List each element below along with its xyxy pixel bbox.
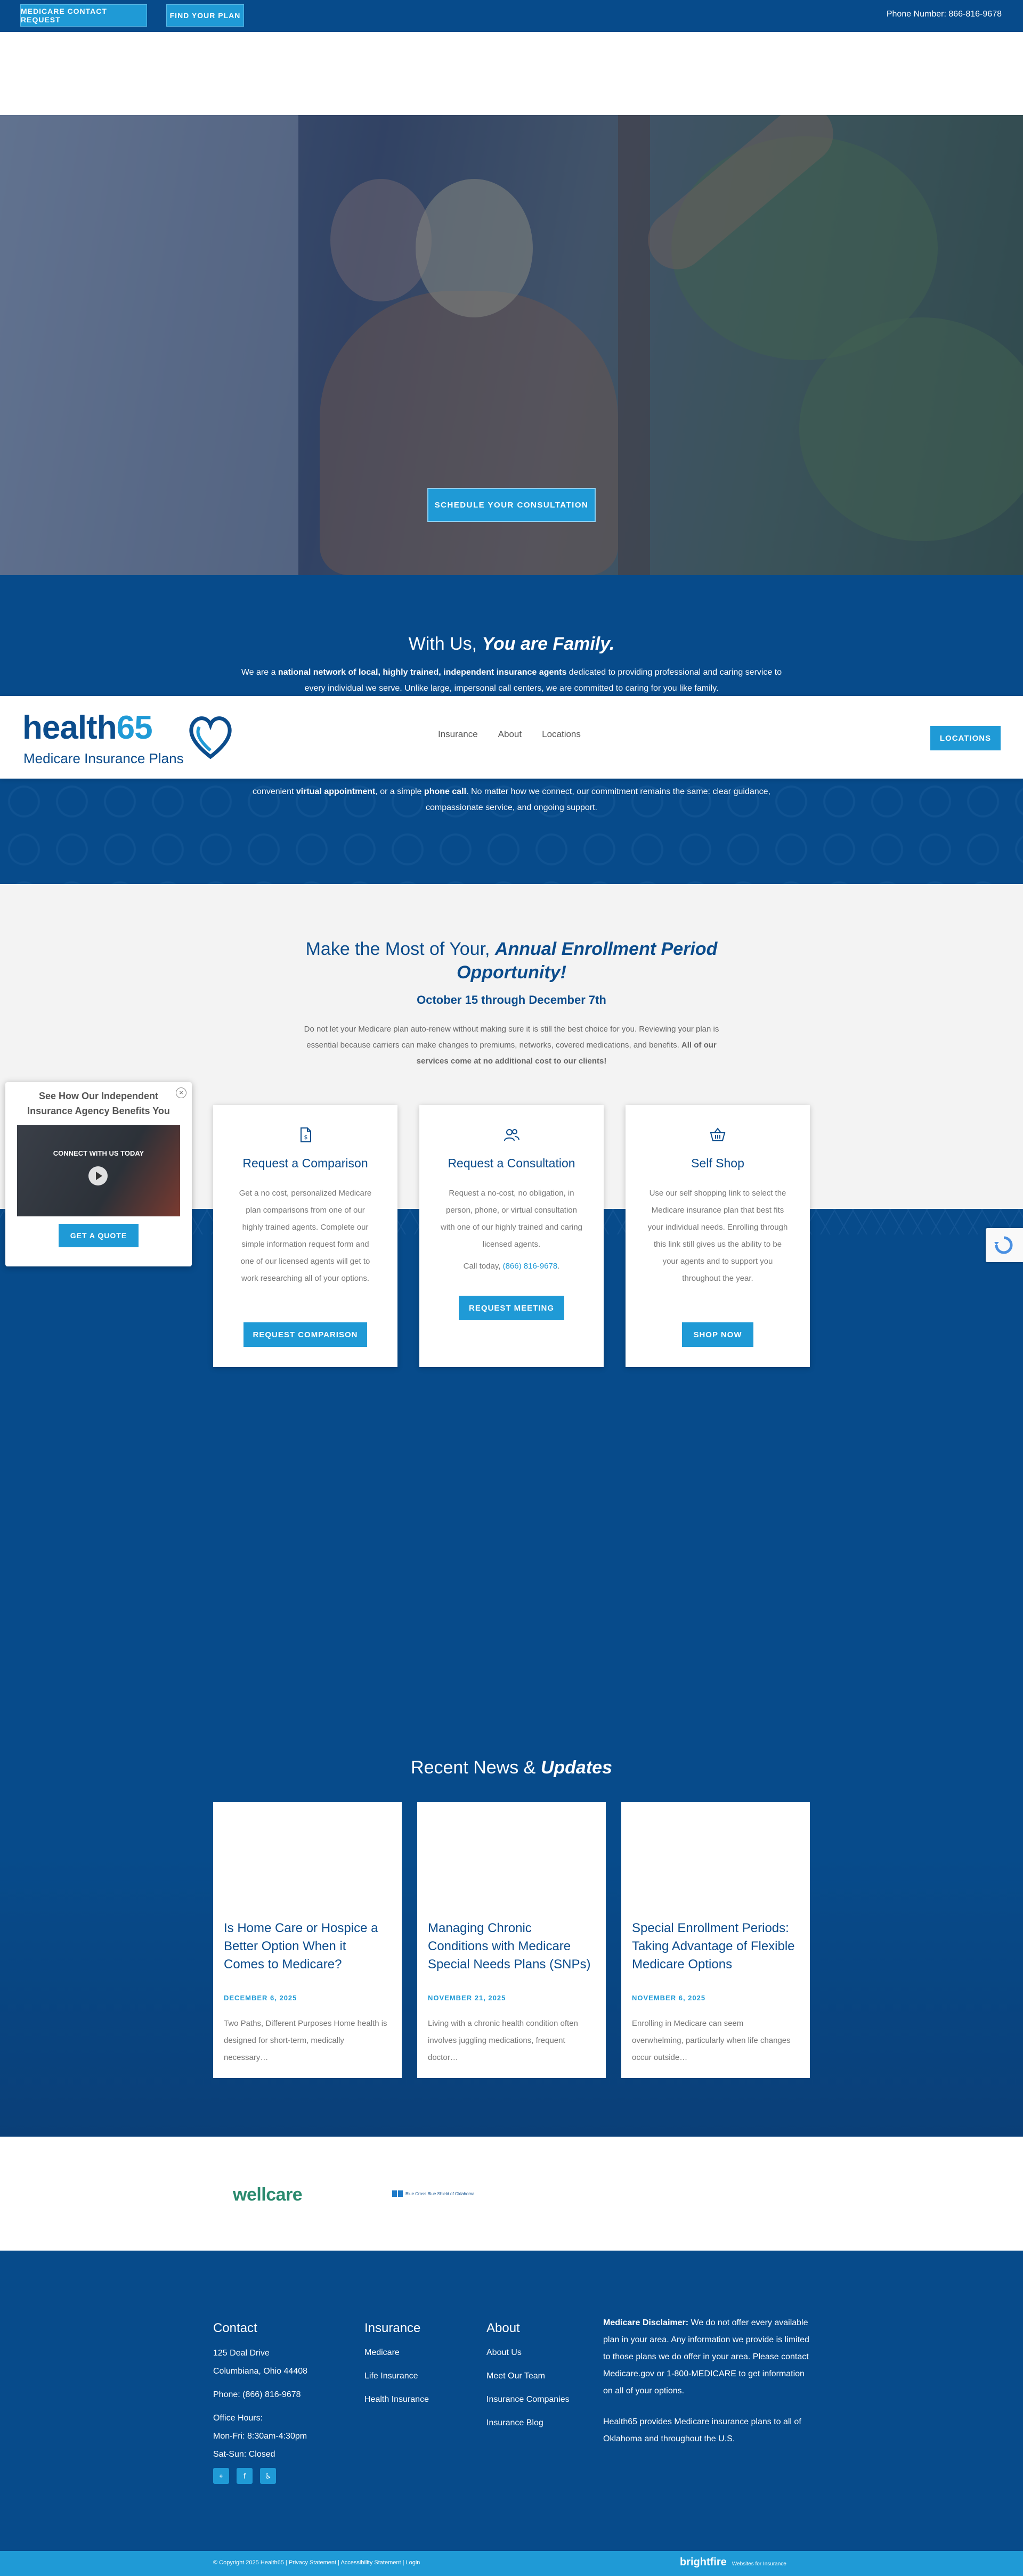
footer-link-insurance-blog[interactable]: Insurance Blog	[486, 2411, 570, 2435]
footer-link-meet-our-team[interactable]: Meet Our Team	[486, 2365, 570, 2388]
office-hours-weekday: Mon-Fri: 8:30am-4:30pm	[213, 2432, 307, 2441]
footer-contact: 125 Deal Drive Columbiana, Ohio 44408 Ph…	[213, 2344, 307, 2464]
medicare-disclaimer: Medicare Disclaimer: We do not offer eve…	[603, 2315, 816, 2448]
bottom-bar: © Copyright 2025 Health65 | Privacy Stat…	[0, 2551, 1023, 2576]
footer-link-health-insurance[interactable]: Health Insurance	[364, 2388, 429, 2411]
play-icon[interactable]	[88, 1166, 108, 1185]
partner-logos: wellcare Blue Cross Blue Shield of Oklah…	[0, 2137, 1023, 2251]
accessibility-icon[interactable]: ♿	[260, 2468, 276, 2484]
card-text: Use our self shopping link to select the…	[647, 1189, 788, 1283]
news-card-excerpt: Enrolling in Medicare can seem overwhelm…	[632, 2019, 791, 2062]
schedule-consultation-button[interactable]: SCHEDULE YOUR CONSULTATION	[427, 488, 596, 522]
main-nav: Insurance About Locations	[438, 729, 581, 740]
footer-about-links: About Us Meet Our Team Insurance Compani…	[486, 2341, 570, 2435]
nav-item-about[interactable]: About	[498, 729, 522, 740]
news-card-title[interactable]: Managing Chronic Conditions with Medicar…	[428, 1919, 593, 1974]
popup-video[interactable]: CONNECT WITH US TODAY	[17, 1125, 180, 1216]
find-your-plan-button[interactable]: FIND YOUR PLAN	[166, 4, 244, 27]
nav-item-insurance[interactable]: Insurance	[438, 729, 478, 740]
location-pin-icon[interactable]: ⌖	[213, 2468, 229, 2484]
family-intro: We are a national network of local, high…	[241, 668, 782, 693]
quote-popup: × See How Our Independent Insurance Agen…	[5, 1082, 192, 1266]
recaptcha-icon	[994, 1236, 1013, 1254]
shop-now-button[interactable]: SHOP NOW	[682, 1322, 753, 1347]
logo-word: health	[22, 709, 117, 746]
nav-item-locations[interactable]: Locations	[542, 729, 581, 740]
copyright-links[interactable]: © Copyright 2025 Health65 | Privacy Stat…	[213, 2559, 420, 2566]
document-dollar-icon: $	[301, 1127, 311, 1142]
coverage-statement: Health65 provides Medicare insurance pla…	[603, 2417, 801, 2443]
card-text: Get a no cost, personalized Medicare pla…	[239, 1189, 372, 1283]
news-card-date: NOVEMBER 21, 2025	[428, 1994, 506, 2002]
enrollment-title: Make the Most of Your, Annual Enrollment…	[305, 939, 718, 983]
hero-banner: SCHEDULE YOUR CONSULTATION	[0, 115, 1023, 575]
footer-phone[interactable]: Phone: (866) 816-9678	[213, 2386, 307, 2404]
footer-link-medicare[interactable]: Medicare	[364, 2341, 429, 2365]
card-text: Request a no-cost, no obligation, in per…	[441, 1189, 583, 1249]
footer-link-insurance-companies[interactable]: Insurance Companies	[486, 2388, 570, 2411]
basket-icon	[710, 1127, 726, 1141]
news-card[interactable]: Is Home Care or Hospice a Better Option …	[213, 1802, 402, 2078]
site-header: health65 Medicare Insurance Plans Insura…	[0, 696, 1023, 779]
footer-insurance-title: Insurance	[364, 2321, 421, 2335]
footer-insurance-links: Medicare Life Insurance Health Insurance	[364, 2341, 429, 2411]
bcbs-logo: Blue Cross Blue Shield of Oklahoma	[392, 2190, 474, 2197]
medicare-contact-request-button[interactable]: MEDICARE CONTACT REQUEST	[20, 4, 147, 27]
self-shop-card: Self Shop Use our self shopping link to …	[626, 1105, 810, 1367]
footer-contact-title: Contact	[213, 2321, 257, 2335]
brightfire-logo[interactable]: brightfire Websites for Insurance	[680, 2556, 786, 2569]
news-card[interactable]: Special Enrollment Periods: Taking Advan…	[621, 1802, 810, 2078]
top-utility-bar: MEDICARE CONTACT REQUEST FIND YOUR PLAN …	[0, 0, 1023, 32]
enrollment-dates: October 15 through December 7th	[417, 993, 606, 1007]
wellcare-logo: wellcare	[233, 2185, 303, 2205]
site-footer: Contact 125 Deal Drive Columbiana, Ohio …	[0, 2251, 1023, 2551]
request-meeting-button[interactable]: REQUEST MEETING	[459, 1296, 564, 1320]
footer-link-life-insurance[interactable]: Life Insurance	[364, 2365, 429, 2388]
phone-link[interactable]: (866) 816-9678	[503, 1262, 558, 1271]
office-hours-weekend: Sat-Sun: Closed	[213, 2450, 275, 2459]
news-card-date: DECEMBER 6, 2025	[224, 1994, 297, 2002]
bcbs-cross-shield-icon	[392, 2190, 403, 2197]
family-commitment: convenient virtual appointment, or a sim…	[253, 787, 770, 812]
card-title: Self Shop	[691, 1156, 744, 1170]
logo-number: 65	[116, 709, 153, 746]
news-card[interactable]: Managing Chronic Conditions with Medicar…	[417, 1802, 606, 2078]
card-title: Request a Comparison	[242, 1156, 368, 1170]
footer-link-about-us[interactable]: About Us	[486, 2341, 570, 2365]
address-line-1: 125 Deal Drive	[213, 2349, 270, 2358]
office-hours-title: Office Hours:	[213, 2414, 263, 2423]
heart-icon	[189, 716, 232, 759]
consultation-card: Request a Consultation Request a no-cost…	[419, 1105, 604, 1367]
news-card-title[interactable]: Is Home Care or Hospice a Better Option …	[224, 1919, 389, 1974]
social-links: ⌖ f ♿	[213, 2468, 276, 2484]
phone-number[interactable]: Phone Number: 866-816-9678	[887, 10, 1002, 19]
news-card-excerpt: Living with a chronic health condition o…	[428, 2019, 578, 2062]
news-title: Recent News & Updates	[411, 1757, 612, 1778]
news-card-excerpt: Two Paths, Different Purposes Home healt…	[224, 2019, 387, 2062]
family-title: With Us, You are Family.	[408, 634, 615, 654]
svg-text:$: $	[304, 1134, 308, 1141]
address-line-2: Columbiana, Ohio 44408	[213, 2367, 308, 2376]
facebook-icon[interactable]: f	[237, 2468, 253, 2484]
news-card-date: NOVEMBER 6, 2025	[632, 1994, 706, 2002]
footer-about-title: About	[486, 2321, 520, 2335]
people-icon	[504, 1129, 519, 1141]
enrollment-description: Do not let your Medicare plan auto-renew…	[304, 1025, 719, 1066]
request-comparison-button[interactable]: REQUEST COMPARISON	[243, 1322, 367, 1347]
video-caption: CONNECT WITH US TODAY	[53, 1149, 144, 1157]
news-card-title[interactable]: Special Enrollment Periods: Taking Advan…	[632, 1919, 797, 1974]
logo-tagline: Medicare Insurance Plans	[23, 750, 184, 766]
locations-button[interactable]: LOCATIONS	[930, 726, 1001, 750]
recaptcha-badge[interactable]	[986, 1228, 1023, 1262]
card-title: Request a Consultation	[448, 1156, 575, 1170]
health65-logo[interactable]: health65 Medicare Insurance Plans	[22, 709, 236, 767]
popup-title: See How Our Independent Insurance Agency…	[27, 1091, 170, 1116]
comparison-card: $ Request a Comparison Get a no cost, pe…	[213, 1105, 397, 1367]
get-a-quote-button[interactable]: GET A QUOTE	[59, 1224, 139, 1247]
card-call-line: Call today, (866) 816-9678.	[463, 1262, 560, 1271]
